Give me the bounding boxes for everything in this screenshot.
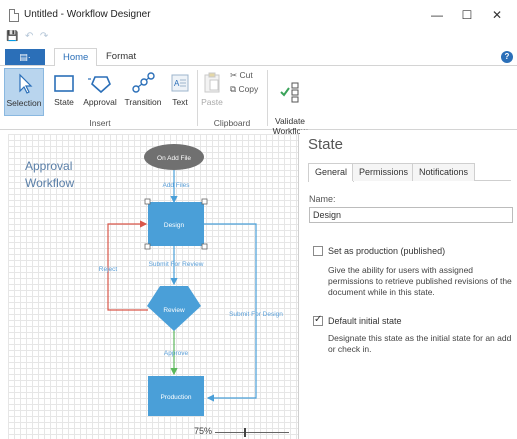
design-node-label: Design [164,222,185,229]
review-node-label: Review [163,307,185,314]
default-state-description: Designate this state as the initial stat… [328,333,512,354]
edge-label-submit-design: Submit For Design [229,311,283,318]
selection-label: Selection [6,98,42,108]
tab-general[interactable]: General [308,163,355,182]
group-divider [267,70,268,126]
state-label: State [54,97,74,107]
production-label: Set as production (published) [328,246,446,256]
edge-label-add-files: Add Files [162,182,190,189]
state-icon [54,75,74,92]
selection-button[interactable]: Selection [4,68,44,116]
approval-button[interactable]: Approval [80,68,120,116]
clipboard-group-label: Clipboard [213,118,251,128]
copy-button[interactable]: ⧉ Copy [230,84,258,95]
app-icon [9,9,19,22]
transition-label: Transition [124,97,162,107]
tab-home[interactable]: Home [54,48,98,67]
text-button[interactable]: A Text [167,68,193,116]
group-divider [197,70,198,126]
minimize-button[interactable]: — [422,4,452,26]
workflow-canvas[interactable]: Approval Workflow On Add File Design Rev… [8,134,299,439]
paste-button[interactable]: Paste [199,68,225,116]
approval-icon [88,76,111,94]
start-node-label: On Add File [157,155,191,162]
transition-button[interactable]: Transition [121,68,165,116]
cut-button[interactable]: ✂ Cut [230,70,253,81]
cursor-icon [19,73,33,94]
transition-icon [132,72,155,93]
default-state-label: Default initial state [328,316,402,326]
zoom-level: 75% [194,426,213,436]
production-description: Give the ability for users with assigned… [328,265,512,297]
help-icon[interactable]: ? [501,51,513,63]
edge-label-approve: Approve [164,350,189,357]
insert-group-label: Insert [89,118,111,128]
paste-icon [204,72,220,93]
name-label: Name: [309,194,336,204]
selection-handle[interactable] [201,198,208,205]
close-button[interactable]: ✕ [482,4,512,26]
edge-label-reject: Reject [99,266,118,273]
tab-permissions[interactable]: Permissions [352,163,416,181]
approval-label: Approval [83,97,117,107]
panel-title: State [308,136,344,153]
window-title: Untitled - Workflow Designer [24,9,151,20]
cut-label: Cut [239,70,253,80]
default-state-checkbox[interactable] [313,314,323,326]
title-bar: Untitled - Workflow Designer — ☐ ✕ [0,0,517,30]
quick-access-toolbar: 💾 ↶ ↷ [6,31,52,43]
properties-panel: State General Permissions Notifications … [300,130,517,439]
state-button[interactable]: State [50,68,78,116]
state-name-input[interactable]: Design [309,207,513,223]
tab-format[interactable]: Format [98,48,144,67]
file-menu-button[interactable]: ▤· [5,49,45,65]
zoom-slider-thumb[interactable] [244,428,246,437]
paste-label: Paste [201,97,223,107]
redo-icon[interactable]: ↷ [40,31,48,42]
copy-label: Copy [238,84,259,94]
ribbon-home: Selection State Approval Transition A Te… [0,66,517,136]
selection-handle[interactable] [144,243,151,250]
selection-handle[interactable] [144,198,151,205]
svg-text:A: A [174,79,180,88]
save-icon[interactable]: 💾 [6,31,18,42]
zoom-slider-track[interactable] [215,432,289,433]
tab-notifications[interactable]: Notifications [412,163,476,181]
panel-tabs: General Permissions Notifications [308,163,511,182]
undo-icon[interactable]: ↶ [25,31,33,42]
production-node-label: Production [160,394,191,401]
workflow-diagram: On Add File Design Review Production Add… [99,144,283,416]
text-label: Text [172,97,188,107]
maximize-button[interactable]: ☐ [452,4,482,26]
validate-workflow-button[interactable]: Validate Workflow [270,68,310,136]
production-checkbox[interactable] [313,246,323,256]
text-box-icon: A [171,74,189,92]
selection-handle[interactable] [201,243,208,250]
edge-label-submit-review: Submit For Review [149,261,204,268]
validate-icon [280,82,299,103]
ribbon-tabs: ▤· Home Format ? [0,48,517,67]
